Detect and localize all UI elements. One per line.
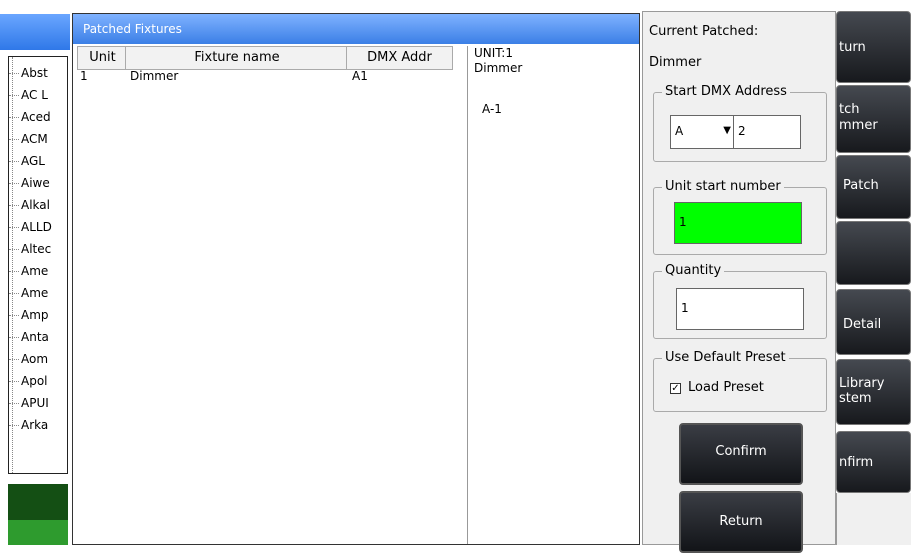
confirm-side-button[interactable]: nfirm <box>836 431 911 493</box>
load-preset-checkbox[interactable]: ✓ <box>670 383 681 394</box>
column-header-name[interactable]: Fixture name <box>125 46 349 70</box>
cell-fixture-name[interactable]: Dimmer <box>127 68 348 84</box>
unit-start-input[interactable]: 1 <box>674 202 802 244</box>
tree-item[interactable]: Arka <box>9 415 67 435</box>
tree-item[interactable]: ACM <box>9 129 67 149</box>
patch-settings-panel: Current Patched: Dimmer Start DMX Addres… <box>642 11 836 553</box>
load-preset-label: Load Preset <box>688 380 764 395</box>
tree-item[interactable]: Alkal <box>9 195 67 215</box>
return-side-button[interactable]: turn <box>836 11 911 83</box>
tree-item[interactable]: Anta <box>9 327 67 347</box>
blank-side-button[interactable] <box>836 221 911 285</box>
info-unit: UNIT:1 <box>474 46 513 60</box>
fixtures-table[interactable]: Unit Fixture name DMX Addr 1 Dimmer A1 <box>77 46 453 544</box>
column-header-unit[interactable]: Unit <box>77 46 128 70</box>
tree-item[interactable]: ALLD <box>9 217 67 237</box>
patch-button[interactable]: Patch <box>836 155 911 219</box>
tree-item[interactable]: APUI <box>9 393 67 413</box>
patch-dimmer-button[interactable]: tch mmer <box>836 85 911 153</box>
return-button[interactable]: Return <box>679 491 803 553</box>
default-preset-title: Use Default Preset <box>662 350 789 365</box>
cell-dmx-addr[interactable]: A1 <box>349 68 452 84</box>
quantity-group: Quantity 1 <box>653 263 827 339</box>
tree-item[interactable]: AGL <box>9 151 67 171</box>
info-address: A-1 <box>482 102 502 116</box>
quantity-input[interactable]: 1 <box>676 288 804 330</box>
current-patched-value: Dimmer <box>649 55 702 70</box>
left-header-bar <box>0 14 70 50</box>
start-dmx-group: Start DMX Address A ▼ 2 <box>653 84 827 162</box>
left-status-green <box>8 520 68 545</box>
library-system-button[interactable]: Library stem <box>836 359 911 425</box>
tree-item[interactable]: Aced <box>9 107 67 127</box>
fixture-info-pane: UNIT:1 Dimmer A-1 <box>467 46 637 544</box>
tree-item[interactable]: Amp <box>9 305 67 325</box>
side-column-footer <box>836 493 911 545</box>
left-status-dark <box>8 484 68 520</box>
fixture-library-tree[interactable]: Abst AC L Aced ACM AGL Aiwe Alkal ALLD A… <box>8 56 68 474</box>
dmx-address-input[interactable]: 2 <box>733 115 801 149</box>
universe-select[interactable]: A ▼ <box>670 115 738 149</box>
current-patched-label: Current Patched: <box>649 24 759 39</box>
unit-start-group: Unit start number 1 <box>653 179 827 255</box>
start-dmx-title: Start DMX Address <box>662 84 790 99</box>
confirm-button[interactable]: Confirm <box>679 423 803 485</box>
tree-item[interactable]: Aiwe <box>9 173 67 193</box>
tree-item[interactable]: AC L <box>9 85 67 105</box>
tree-item[interactable]: Abst <box>9 63 67 83</box>
tree-item[interactable]: Apol <box>9 371 67 391</box>
chevron-down-icon: ▼ <box>723 125 731 136</box>
patched-fixtures-window: Patched Fixtures Unit Fixture name DMX A… <box>72 13 640 545</box>
tree-item[interactable]: Aom <box>9 349 67 369</box>
info-name: Dimmer <box>474 61 523 75</box>
unit-start-title: Unit start number <box>662 179 784 194</box>
quantity-title: Quantity <box>662 263 725 278</box>
window-title: Patched Fixtures <box>73 14 639 44</box>
default-preset-group: Use Default Preset ✓ Load Preset <box>653 350 827 412</box>
cell-unit[interactable]: 1 <box>77 68 128 84</box>
column-header-addr[interactable]: DMX Addr <box>346 46 453 70</box>
tree-item[interactable]: Ame <box>9 283 67 303</box>
tree-item[interactable]: Altec <box>9 239 67 259</box>
tree-item[interactable]: Ame <box>9 261 67 281</box>
detail-button[interactable]: Detail <box>836 289 911 355</box>
